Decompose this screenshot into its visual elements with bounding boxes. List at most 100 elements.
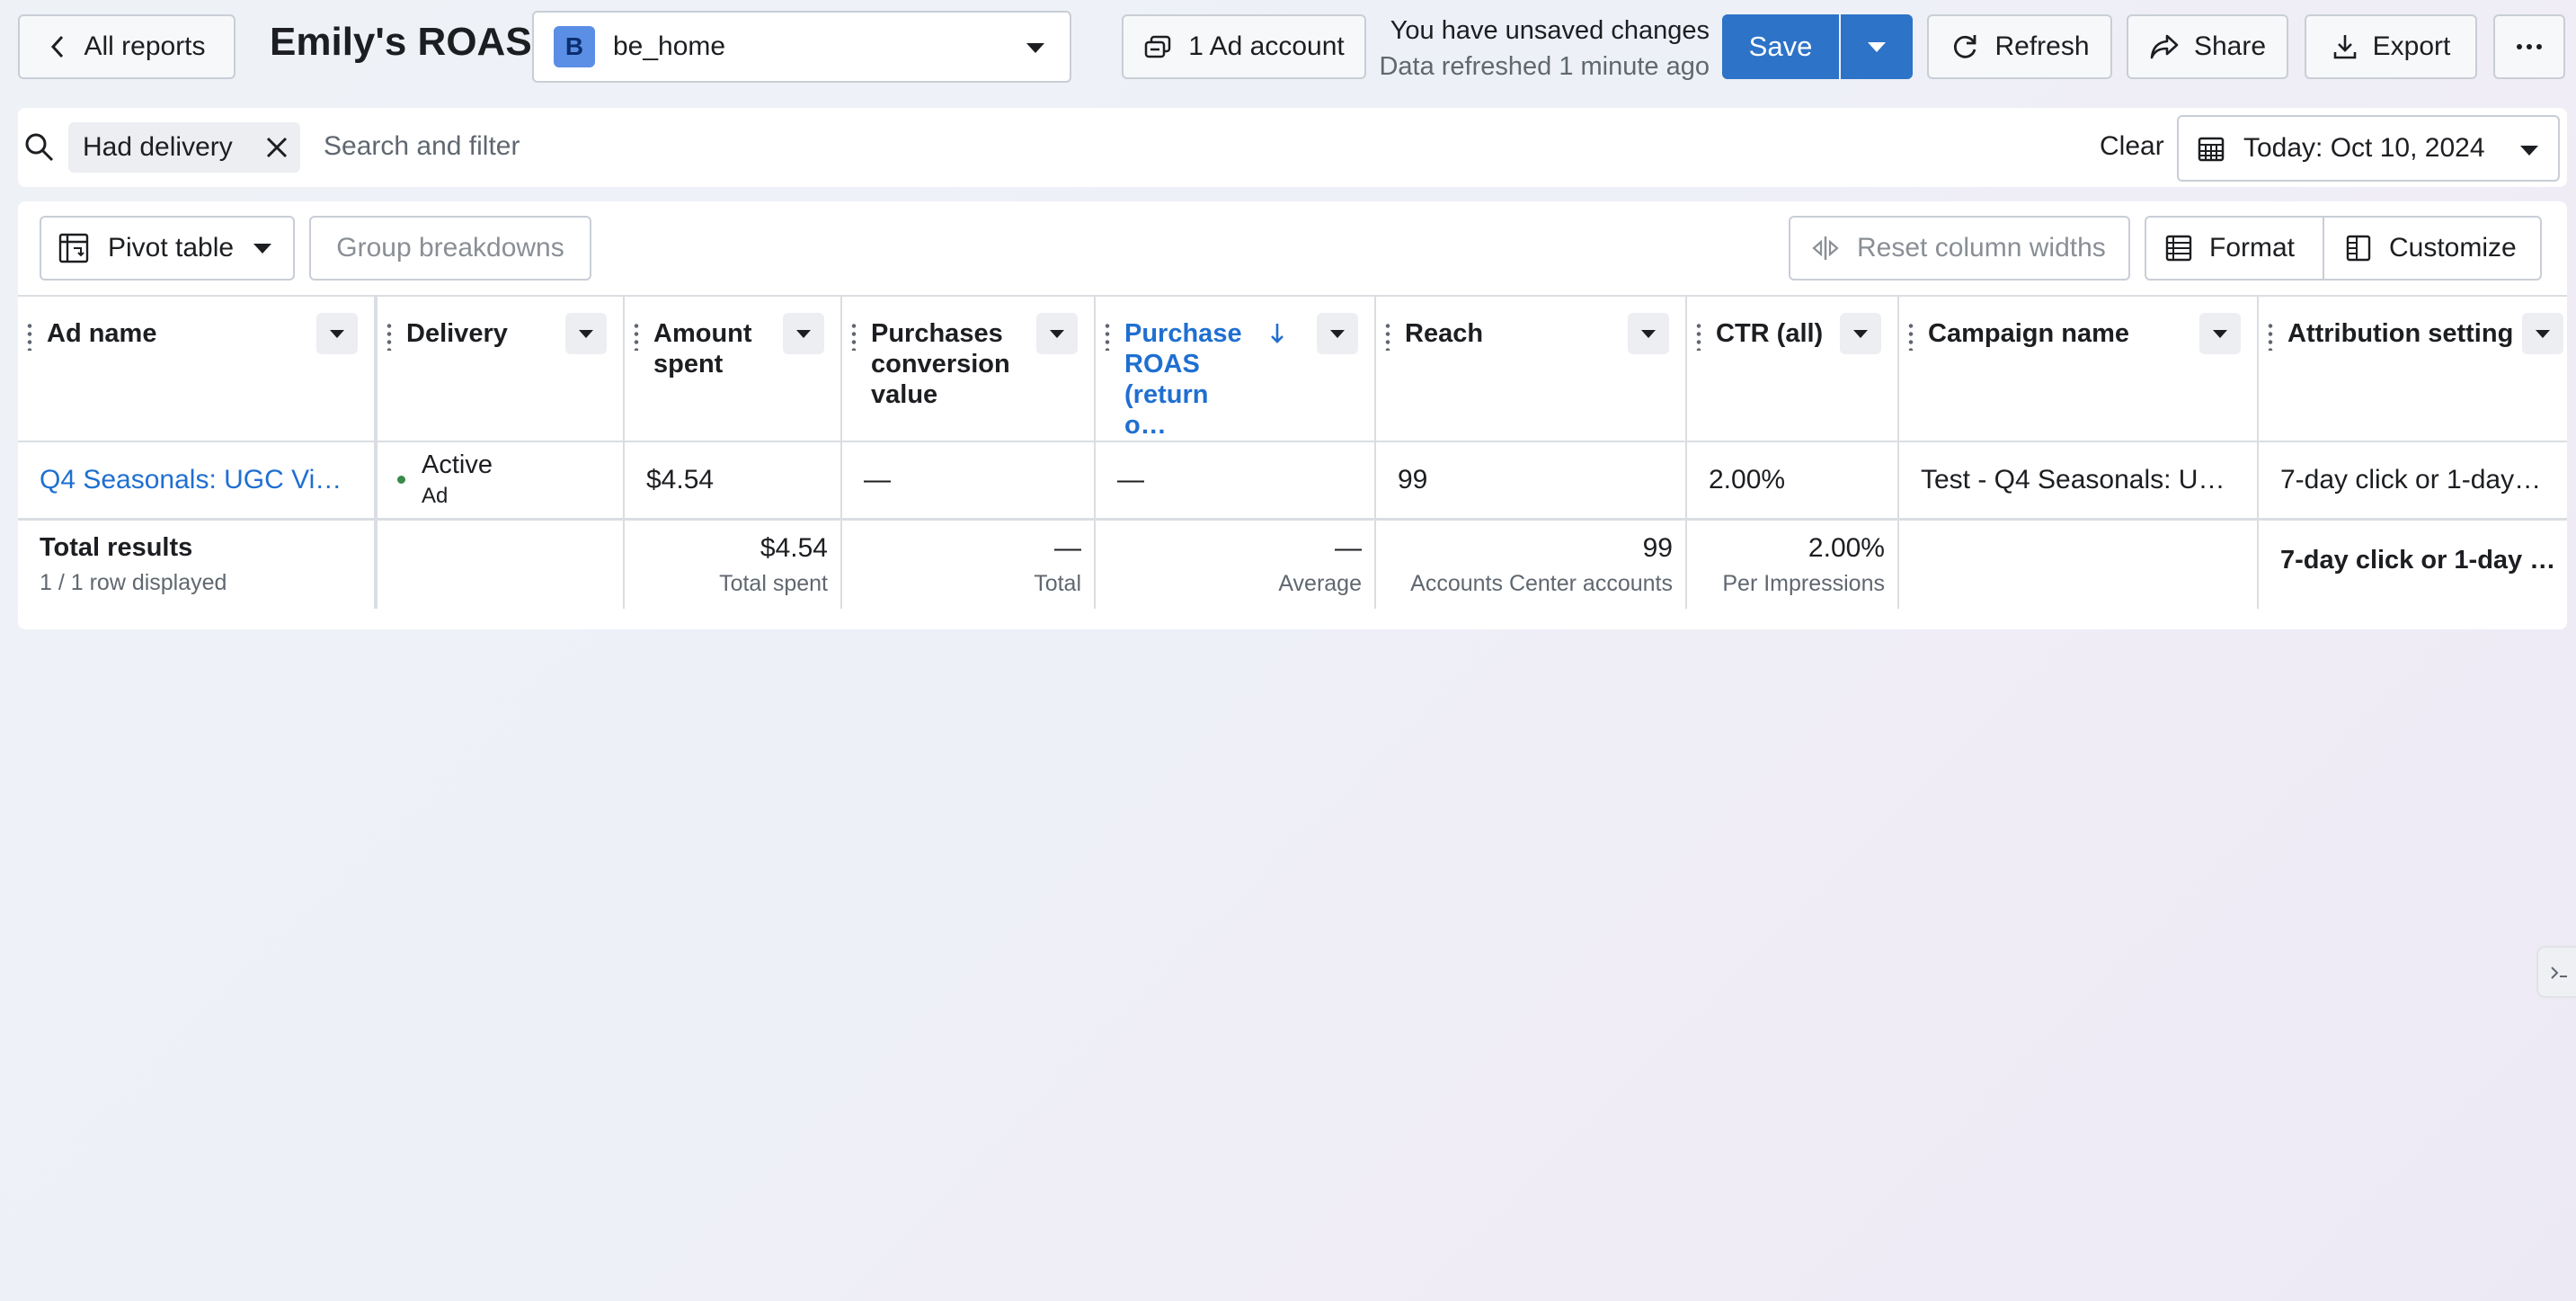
delivery-cell: Active Ad [374, 441, 625, 521]
chevron-down-icon [2213, 329, 2227, 338]
close-icon[interactable] [262, 133, 291, 162]
refresh-label: Refresh [1994, 31, 2090, 61]
column-header-label: Purchases conversion value [871, 319, 1010, 409]
account-name: be_home [613, 31, 726, 61]
chevron-down-icon [1853, 329, 1868, 338]
column-menu-button[interactable] [2522, 313, 2563, 354]
drag-handle-icon[interactable] [1696, 322, 1701, 351]
all-reports-label: All reports [84, 31, 206, 61]
column-header[interactable]: Ad name [18, 295, 377, 442]
drag-handle-icon[interactable] [1105, 322, 1110, 351]
column-header[interactable]: Attribution setting [2258, 295, 2567, 442]
calendar-icon [2198, 137, 2225, 162]
filter-chip-label: Had delivery [83, 132, 233, 162]
column-menu-button[interactable] [1036, 313, 1078, 354]
chevron-down-icon [253, 243, 272, 254]
sort-descending-icon[interactable] [1268, 322, 1286, 345]
column-menu-button[interactable] [2199, 313, 2241, 354]
column-menu-button[interactable] [1840, 313, 1881, 354]
drag-handle-icon[interactable] [1385, 322, 1390, 351]
column-header[interactable]: Amount spent [624, 295, 842, 442]
column-menu-button[interactable] [316, 313, 358, 354]
campaign-name-cell: Test - Q4 Seasonals: UG… [1898, 441, 2259, 521]
table-header-row: Ad name Delivery Amount spent Purchases … [18, 295, 2567, 442]
totals-attribution: 7-day click or 1-day … [2280, 545, 2556, 575]
drag-handle-icon[interactable] [2268, 322, 2273, 351]
customize-label: Customize [2389, 233, 2517, 263]
drag-handle-icon[interactable] [27, 322, 32, 351]
column-header[interactable]: Reach [1375, 295, 1687, 442]
ad-account-label: 1 Ad account [1188, 31, 1345, 61]
totals-purchase-roas-caption: Average [1278, 570, 1362, 596]
column-header[interactable]: Campaign name [1898, 295, 2259, 442]
report-panel: Pivot table Group breakdowns Reset colum… [18, 201, 2567, 629]
save-options-button[interactable] [1841, 14, 1913, 79]
export-button[interactable]: Export [2305, 14, 2477, 79]
date-range-button[interactable]: Today: Oct 10, 2024 [2177, 115, 2560, 182]
column-header-label: Amount spent [653, 319, 752, 379]
group-breakdowns-button[interactable]: Group breakdowns [309, 216, 591, 281]
drag-handle-icon[interactable] [1908, 322, 1914, 351]
chevron-down-icon [1641, 329, 1656, 338]
expand-panel-icon [2551, 967, 2567, 979]
save-button[interactable]: Save [1722, 14, 1839, 79]
column-menu-button[interactable] [783, 313, 824, 354]
drag-handle-icon[interactable] [851, 322, 857, 351]
column-header-label: Purchase ROAS (return o… [1124, 319, 1242, 440]
reset-column-widths-label: Reset column widths [1857, 233, 2106, 263]
column-header-label: Attribution setting [2287, 319, 2514, 348]
column-header-sorted[interactable]: Purchase ROAS (return o… [1095, 295, 1376, 442]
format-label: Format [2209, 233, 2296, 263]
more-icon [2517, 44, 2542, 49]
all-reports-button[interactable]: All reports [18, 14, 235, 79]
column-menu-button[interactable] [1628, 313, 1669, 354]
export-label: Export [2372, 31, 2451, 61]
format-button[interactable]: Format [2145, 216, 2324, 281]
drag-handle-icon[interactable] [634, 322, 639, 351]
column-header-label: Reach [1405, 319, 1484, 348]
report-table: Ad name Delivery Amount spent Purchases … [18, 295, 2567, 609]
ad-name-cell[interactable]: Q4 Seasonals: UGC Vide… [18, 441, 377, 521]
search-input[interactable]: Search and filter [324, 131, 520, 162]
totals-reach: 99 [1642, 532, 1673, 563]
delivery-level: Ad [422, 484, 449, 509]
chevron-left-icon [51, 35, 64, 58]
filter-bar: Had delivery Search and filter Clear Tod… [18, 108, 2567, 187]
column-header[interactable]: Purchases conversion value [841, 295, 1096, 442]
chevron-down-icon [1050, 329, 1064, 338]
reset-column-widths-button[interactable]: Reset column widths [1789, 216, 2130, 281]
pivot-table-button[interactable]: Pivot table [40, 216, 295, 281]
drag-handle-icon[interactable] [386, 322, 392, 351]
totals-purchases-value: — [1054, 532, 1081, 563]
download-icon [2333, 35, 2356, 59]
reach-cell: 99 [1375, 441, 1687, 521]
refresh-button[interactable]: Refresh [1927, 14, 2112, 79]
customize-button[interactable]: Customize [2323, 216, 2542, 281]
pivot-icon [58, 233, 89, 263]
account-selector[interactable]: B be_home [532, 11, 1071, 83]
ad-account-icon [1145, 35, 1171, 58]
data-refreshed-text: Data refreshed 1 minute ago [1379, 52, 1710, 81]
account-avatar: B [554, 26, 595, 67]
ctr-cell: 2.00% [1686, 441, 1899, 521]
column-menu-button[interactable] [565, 313, 607, 354]
side-panel-toggle[interactable] [2536, 946, 2576, 998]
share-button[interactable]: Share [2127, 14, 2288, 79]
clear-button[interactable]: Clear [2100, 131, 2164, 162]
unsaved-status: You have unsaved changes Data refreshed … [1377, 13, 1710, 85]
group-breakdowns-label: Group breakdowns [336, 233, 564, 263]
totals-reach-cell: 99 Accounts Center accounts [1375, 519, 1687, 609]
filter-chip[interactable]: Had delivery [68, 122, 300, 173]
status-dot-icon [397, 476, 405, 485]
column-menu-button[interactable] [1317, 313, 1358, 354]
chevron-down-icon [1330, 329, 1345, 338]
ad-account-button[interactable]: 1 Ad account [1122, 14, 1366, 79]
table-row[interactable]: Q4 Seasonals: UGC Vide… Active Ad $4.54 … [18, 441, 2567, 521]
totals-ctr: 2.00% [1808, 532, 1885, 563]
column-header[interactable]: CTR (all) [1686, 295, 1899, 442]
more-options-button[interactable] [2493, 14, 2565, 79]
chevron-down-icon [579, 329, 593, 338]
chevron-down-icon [796, 329, 811, 338]
pivot-table-label: Pivot table [108, 233, 235, 263]
column-header[interactable]: Delivery [374, 295, 625, 442]
